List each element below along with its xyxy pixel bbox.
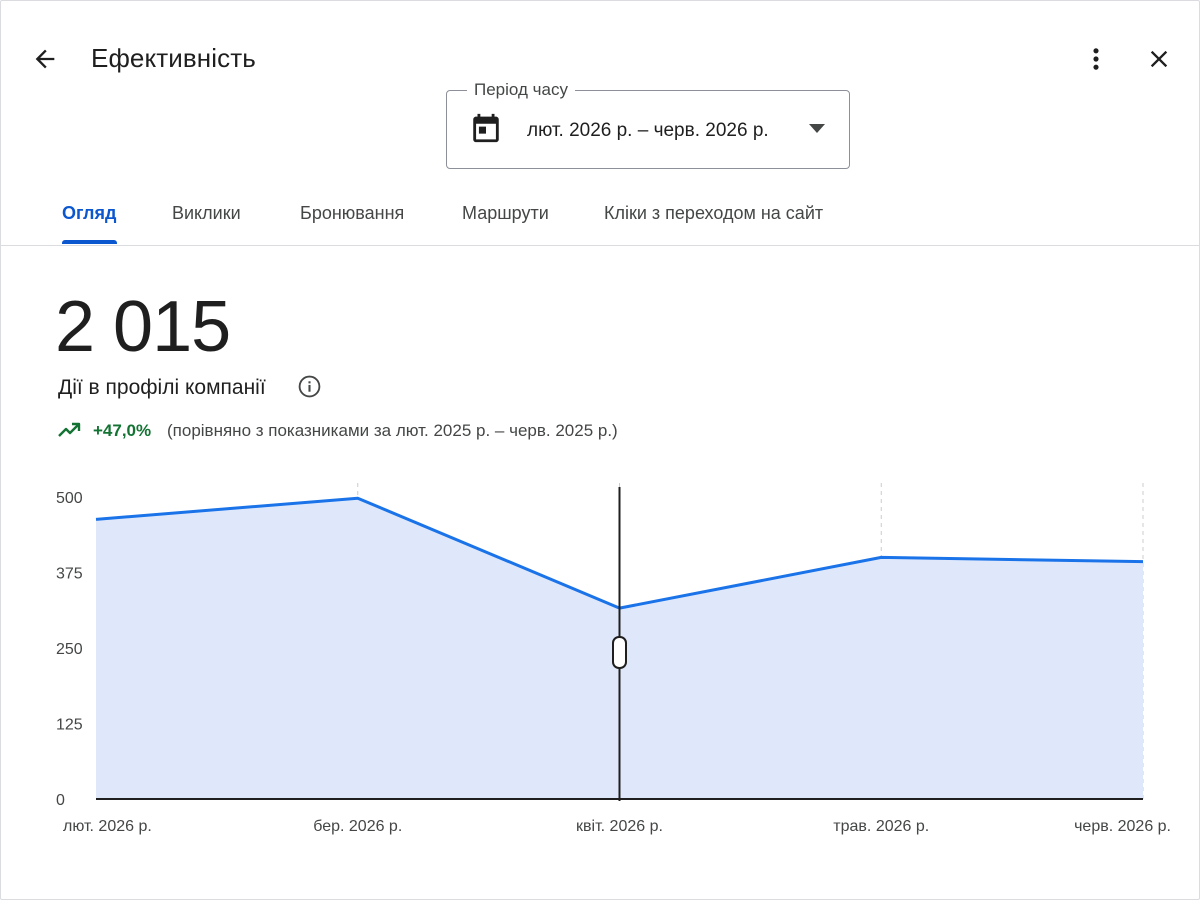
period-select[interactable]: Період часу лют. 2026 р. – черв. 2026 р. <box>446 80 850 169</box>
metric-label: Дії в профілі компанії <box>58 376 266 399</box>
x-tick-label: бер. 2026 р. <box>313 818 402 835</box>
performance-panel: Ефективність Період часу лют. 2026 р. – … <box>0 0 1200 900</box>
y-tick-label: 0 <box>56 792 65 809</box>
back-button[interactable] <box>23 37 67 81</box>
x-tick-label: черв. 2026 р. <box>1074 818 1171 835</box>
more-vert-icon <box>1093 48 1099 70</box>
active-tab-indicator <box>62 240 117 244</box>
dropdown-arrow-icon <box>809 124 825 133</box>
tab-bar: Огляд Виклики Бронювання Маршрути Кліки … <box>1 189 1200 246</box>
change-percentage: +47,0% <box>93 421 152 440</box>
trending-up-icon <box>58 422 81 437</box>
x-tick-label: лют. 2026 р. <box>63 818 152 835</box>
y-tick-label: 125 <box>56 717 83 734</box>
page-title: Ефективність <box>91 43 256 73</box>
x-tick-label: квіт. 2026 р. <box>576 818 663 835</box>
close-button[interactable] <box>1137 37 1181 81</box>
y-tick-label: 250 <box>56 641 83 658</box>
actions-area-chart[interactable]: 0 125 250 375 500 лют. 2026 р. бер. 2026 р. кві… <box>1 461 1200 861</box>
tab-calls[interactable]: Виклики <box>172 203 241 224</box>
close-icon <box>1150 50 1168 68</box>
y-tick-label: 500 <box>56 490 83 507</box>
tab-bookings[interactable]: Бронювання <box>300 203 404 224</box>
tab-overview[interactable]: Огляд <box>62 203 116 224</box>
y-tick-label: 375 <box>56 566 83 583</box>
x-tick-label: трав. 2026 р. <box>833 818 929 835</box>
info-icon[interactable] <box>297 374 322 399</box>
period-value: лют. 2026 р. – черв. 2026 р. <box>527 120 769 141</box>
tab-directions[interactable]: Маршрути <box>462 203 549 224</box>
comparison-text: (порівняно з показниками за лют. 2025 р.… <box>167 421 618 440</box>
chart-scrub-handle[interactable] <box>612 636 627 669</box>
arrow-back-icon <box>35 49 55 69</box>
total-actions-value: 2 015 <box>55 287 231 367</box>
calendar-icon <box>473 113 499 143</box>
tab-website-clicks[interactable]: Кліки з переходом на сайт <box>604 203 823 224</box>
period-label: Період часу <box>467 80 575 100</box>
more-options-button[interactable] <box>1074 37 1118 81</box>
